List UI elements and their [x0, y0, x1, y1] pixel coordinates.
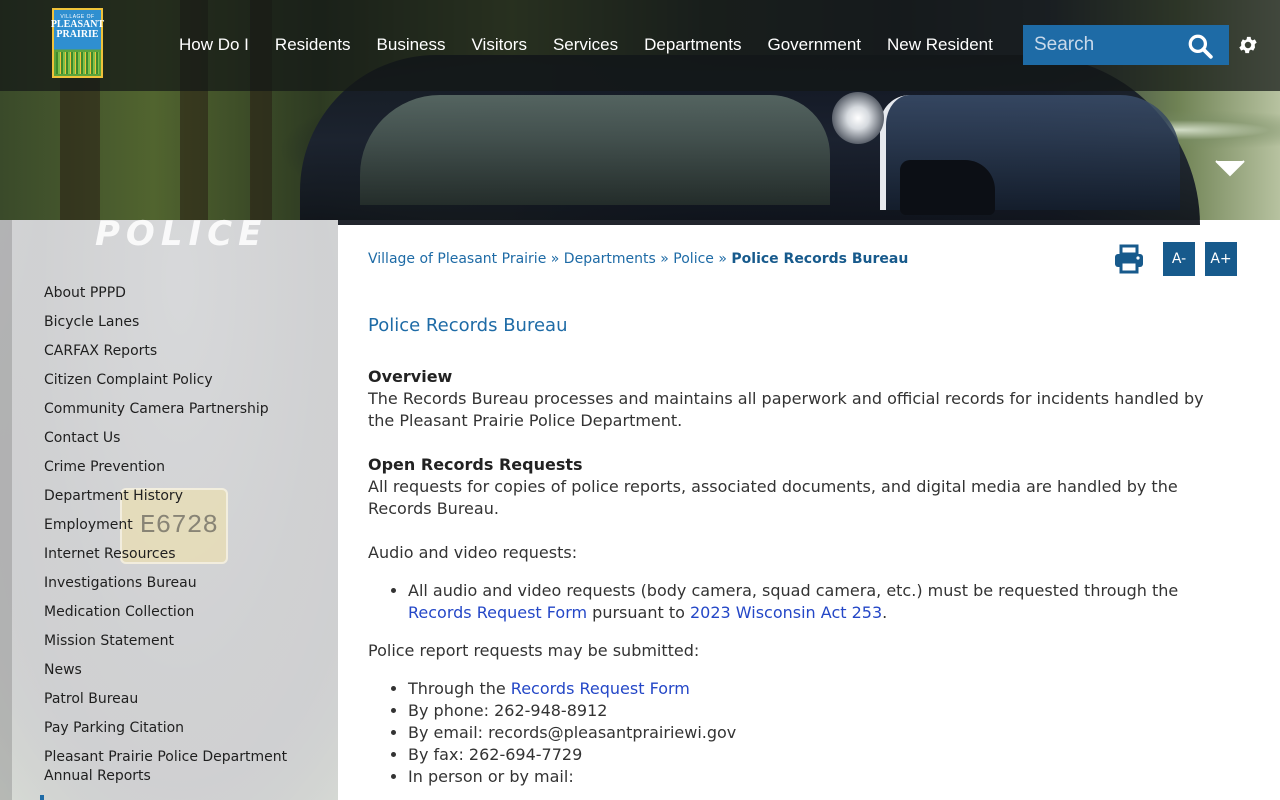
sidebar-item-patrol-bureau[interactable]: Patrol Bureau: [44, 690, 324, 709]
nav-business[interactable]: Business: [364, 34, 459, 56]
breadcrumb-home[interactable]: Village of Pleasant Prairie: [368, 251, 546, 267]
list-item: Mission Statement: [44, 632, 324, 651]
list-item: Medication Collection: [44, 603, 324, 622]
list-item: Investigations Bureau: [44, 574, 324, 593]
list-item: By email: records@pleasantprairiewi.gov: [408, 722, 1208, 744]
av-list: All audio and video requests (body camer…: [408, 580, 1208, 624]
breadcrumb-separator: »: [718, 251, 727, 267]
open-records-section: Open Records Requests All requests for c…: [368, 454, 1208, 520]
list-item: In person or by mail:: [408, 766, 1208, 788]
sidebar-item-department-history[interactable]: Department History: [44, 487, 324, 506]
list-item: Patrol Bureau: [44, 690, 324, 709]
sidebar-item-annual-reports[interactable]: Pleasant Prairie Police Department Annua…: [44, 748, 324, 786]
sidebar-item-pay-parking-citation[interactable]: Pay Parking Citation: [44, 719, 324, 738]
article-body: Overview The Records Bureau processes an…: [368, 366, 1208, 800]
sidebar: POLICE E6728 About PPPD Bicycle Lanes CA…: [0, 214, 338, 800]
list-item: About PPPD: [44, 284, 324, 303]
report-list: Through the Records Request Form By phon…: [408, 678, 1208, 788]
list-item: Contact Us: [44, 429, 324, 448]
list-item: Pleasant Prairie Police Department Annua…: [44, 748, 324, 786]
list-item: CARFAX Reports: [44, 342, 324, 361]
sidebar-item-mission-statement[interactable]: Mission Statement: [44, 632, 324, 651]
wisconsin-act-link[interactable]: 2023 Wisconsin Act 253: [690, 603, 882, 622]
sidebar-item-news[interactable]: News: [44, 661, 324, 680]
records-request-form-link[interactable]: Records Request Form: [408, 603, 587, 622]
logo-grass-graphic: [56, 52, 99, 74]
list-item: Citizen Complaint Policy: [44, 371, 324, 390]
sidebar-item-about-pppd[interactable]: About PPPD: [44, 284, 324, 303]
open-records-heading: Open Records Requests: [368, 455, 583, 474]
list-item: Employment: [44, 516, 324, 535]
list-item: Pay Parking Citation: [44, 719, 324, 738]
main-nav: How Do I Residents Business Visitors Ser…: [166, 34, 1006, 56]
sidebar-item-community-camera-partnership[interactable]: Community Camera Partnership: [44, 400, 324, 419]
breadcrumb-current: Police Records Bureau: [731, 251, 909, 267]
nav-how-do-i[interactable]: How Do I: [166, 34, 262, 56]
font-increase-button[interactable]: A+: [1205, 242, 1237, 276]
village-logo[interactable]: VILLAGE OF PLEASANT PRAIRIE: [51, 8, 104, 78]
open-records-text: All requests for copies of police report…: [368, 477, 1178, 518]
sidebar-item-employment[interactable]: Employment: [44, 516, 324, 535]
overview-section: Overview The Records Bureau processes an…: [368, 366, 1208, 432]
sidebar-item-contact-us[interactable]: Contact Us: [44, 429, 324, 448]
list-item: All audio and video requests (body camer…: [408, 580, 1208, 624]
breadcrumb: Village of Pleasant Prairie » Department…: [368, 251, 908, 267]
sidebar-item-carfax-reports[interactable]: CARFAX Reports: [44, 342, 324, 361]
list-item: Crime Prevention: [44, 458, 324, 477]
sidebar-item-medication-collection[interactable]: Medication Collection: [44, 603, 324, 622]
page-tools: A- A+: [1113, 242, 1237, 276]
list-item: News: [44, 661, 324, 680]
nav-new-resident[interactable]: New Resident: [874, 34, 1006, 56]
font-decrease-button[interactable]: A-: [1163, 242, 1195, 276]
list-item: By fax: 262-694-7729: [408, 744, 1208, 766]
breadcrumb-police[interactable]: Police: [673, 251, 714, 267]
list-item: Internet Resources: [44, 545, 324, 564]
sidebar-item-internet-resources[interactable]: Internet Resources: [44, 545, 324, 564]
nav-residents[interactable]: Residents: [262, 34, 364, 56]
av-intro: Audio and video requests:: [368, 543, 578, 562]
sidebar-item-citizen-complaint-policy[interactable]: Citizen Complaint Policy: [44, 371, 324, 390]
overview-text: The Records Bureau processes and maintai…: [368, 389, 1204, 430]
police-light: [832, 92, 884, 144]
breadcrumb-separator: »: [550, 251, 560, 267]
nav-departments[interactable]: Departments: [631, 34, 754, 56]
nav-visitors[interactable]: Visitors: [459, 34, 540, 56]
search-input[interactable]: [1023, 34, 1173, 56]
records-request-form-link[interactable]: Records Request Form: [511, 679, 690, 698]
page-title: Police Records Bureau: [368, 315, 568, 336]
active-item-marker: [40, 795, 44, 800]
nav-government[interactable]: Government: [754, 34, 874, 56]
list-item: Community Camera Partnership: [44, 400, 324, 419]
list-item: Through the Records Request Form: [408, 678, 1208, 700]
nav-services[interactable]: Services: [540, 34, 631, 56]
site-header: VILLAGE OF PLEASANT PRAIRIE How Do I Res…: [0, 0, 1280, 91]
breadcrumb-departments[interactable]: Departments: [564, 251, 656, 267]
gear-icon[interactable]: [1237, 34, 1259, 56]
chevron-down-icon[interactable]: [1214, 158, 1246, 178]
list-item: Department History: [44, 487, 324, 506]
list-item: By phone: 262-948-8912: [408, 700, 1208, 722]
breadcrumb-separator: »: [660, 251, 669, 267]
search-icon[interactable]: [1187, 33, 1213, 59]
sidebar-menu: About PPPD Bicycle Lanes CARFAX Reports …: [44, 284, 324, 796]
search-box: [1023, 25, 1229, 65]
print-icon[interactable]: [1113, 244, 1145, 274]
sidebar-item-bicycle-lanes[interactable]: Bicycle Lanes: [44, 313, 324, 332]
overview-heading: Overview: [368, 367, 453, 386]
report-intro: Police report requests may be submitted:: [368, 641, 700, 660]
police-lettering: POLICE: [95, 214, 268, 254]
sidebar-item-crime-prevention[interactable]: Crime Prevention: [44, 458, 324, 477]
list-item: Bicycle Lanes: [44, 313, 324, 332]
sidebar-item-investigations-bureau[interactable]: Investigations Bureau: [44, 574, 324, 593]
